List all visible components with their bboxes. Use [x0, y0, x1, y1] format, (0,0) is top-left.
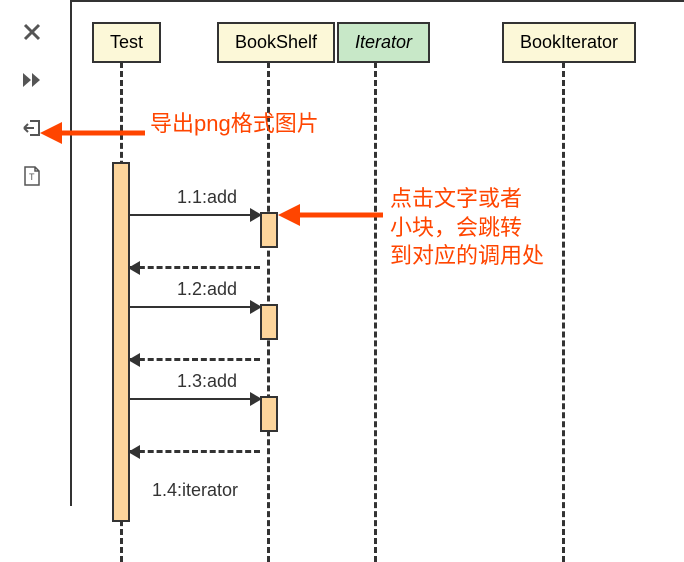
message-arrow-1-3[interactable] [130, 398, 260, 400]
lifeline-label: Iterator [355, 32, 412, 52]
message-label-1-1[interactable]: 1.1:add [177, 187, 237, 208]
close-icon [22, 22, 42, 42]
activation-bookshelf-1[interactable] [260, 212, 278, 248]
message-arrow-1-2[interactable] [130, 306, 260, 308]
activation-bookshelf-3[interactable] [260, 396, 278, 432]
activation-bookshelf-2[interactable] [260, 304, 278, 340]
return-arrow-1-3[interactable] [130, 450, 260, 453]
lifeline-iterator [374, 62, 377, 562]
lifeline-iterator-header[interactable]: Iterator [337, 22, 430, 63]
lifeline-test-header[interactable]: Test [92, 22, 161, 63]
lifeline-label: BookIterator [520, 32, 618, 52]
message-label-1-2[interactable]: 1.2:add [177, 279, 237, 300]
annotation-export-png: 导出png格式图片 [150, 110, 319, 139]
message-arrow-1-1[interactable] [130, 214, 260, 216]
lifeline-bookiterator-header[interactable]: BookIterator [502, 22, 636, 63]
activation-test[interactable] [112, 162, 130, 522]
lifeline-bookshelf-header[interactable]: BookShelf [217, 22, 335, 63]
text-button[interactable]: T [20, 164, 44, 188]
lifeline-label: Test [110, 32, 143, 52]
lifeline-label: BookShelf [235, 32, 317, 52]
annotation-arrow-export [40, 118, 150, 148]
toolbar: T [0, 0, 60, 188]
fastforward-button[interactable] [20, 68, 44, 92]
text-file-icon: T [23, 166, 41, 186]
return-arrow-1-1[interactable] [130, 266, 260, 269]
return-arrow-1-2[interactable] [130, 358, 260, 361]
sequence-diagram: Test BookShelf Iterator BookIterator 1.1… [70, 0, 684, 506]
svg-text:T: T [29, 172, 35, 182]
message-label-1-3[interactable]: 1.3:add [177, 371, 237, 392]
annotation-arrow-click [278, 200, 388, 230]
message-label-1-4[interactable]: 1.4:iterator [152, 480, 238, 501]
annotation-click-jump: 点击文字或者 小块，会跳转 到对应的调用处 [390, 185, 544, 271]
close-button[interactable] [20, 20, 44, 44]
lifeline-bookiterator [562, 62, 565, 562]
fastforward-icon [22, 72, 42, 88]
export-icon [22, 118, 42, 138]
